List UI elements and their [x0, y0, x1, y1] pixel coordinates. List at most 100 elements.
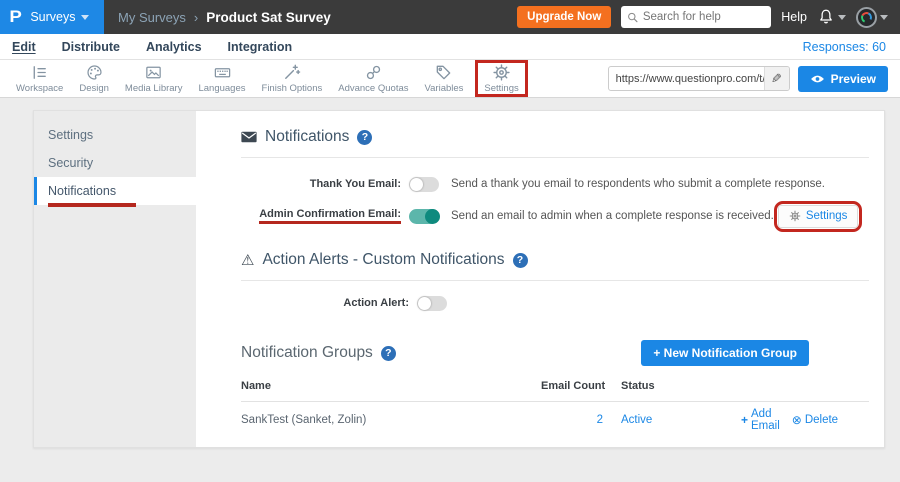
toolbar-item-media-library[interactable]: Media Library: [117, 62, 191, 95]
warning-triangle-icon: ⚠: [241, 253, 254, 268]
chevron-down-icon: [880, 15, 888, 20]
breadcrumb-separator: ›: [194, 10, 198, 25]
toolbar-right-cluster: https://www.questionpro.com/t/ Preview: [608, 66, 888, 92]
help-question-icon[interactable]: [513, 253, 528, 268]
help-link[interactable]: Help: [781, 10, 807, 24]
survey-url-box: https://www.questionpro.com/t/: [608, 66, 790, 91]
questionpro-logo-icon: P: [9, 7, 21, 27]
section-title: Action Alerts - Custom Notifications: [262, 251, 504, 269]
search-icon: [627, 11, 639, 24]
action-alert-toggle[interactable]: [417, 296, 447, 311]
help-search-box[interactable]: [621, 6, 771, 28]
workspace-icon: [30, 63, 49, 82]
delete-label: Delete: [805, 414, 838, 426]
toolbar-item-design[interactable]: Design: [71, 62, 117, 95]
table-row: SankTest (Sanket, Zolin) 2 Active Add Em…: [241, 407, 869, 433]
account-menu[interactable]: [856, 7, 888, 28]
app-logo-block[interactable]: P Surveys: [0, 0, 104, 34]
toolbar-item-workspace[interactable]: Workspace: [8, 62, 71, 95]
toolbar-item-settings[interactable]: Settings: [475, 60, 527, 97]
column-header-email-count: Email Count: [541, 380, 621, 392]
tab-analytics[interactable]: Analytics: [146, 40, 202, 54]
sidebar-item-security[interactable]: Security: [34, 149, 196, 177]
column-header-name: Name: [241, 380, 541, 392]
chevron-down-icon: [838, 15, 846, 20]
toolbar-label: Advance Quotas: [338, 83, 408, 94]
edit-url-pencil-icon[interactable]: [764, 67, 789, 90]
responses-count-link[interactable]: Responses: 60: [803, 40, 886, 54]
toolbar-label: Design: [79, 83, 109, 94]
gauge-icon: [859, 10, 873, 24]
toolbar-item-languages[interactable]: Languages: [190, 62, 253, 95]
annotation-underline-admin-label: Admin Confirmation Email:: [259, 208, 401, 224]
upgrade-now-button[interactable]: Upgrade Now: [517, 6, 611, 28]
settings-gear-icon: [492, 63, 511, 82]
preview-button[interactable]: Preview: [798, 66, 888, 92]
table-header-row: Name Email Count Status: [241, 377, 869, 395]
notification-groups-table: Name Email Count Status SankTest (Sanket…: [241, 377, 869, 433]
notifications-bell-menu[interactable]: [817, 8, 846, 26]
gear-icon: [789, 210, 801, 222]
group-email-count-link[interactable]: 2: [541, 414, 621, 426]
settings-side-nav: Settings Security Notifications: [34, 111, 196, 447]
breadcrumb-my-surveys[interactable]: My Surveys: [118, 10, 186, 25]
settings-card: Settings Security Notifications Notifica…: [33, 110, 885, 448]
email-toggle-rows: Thank You Email: Send a thank you email …: [241, 168, 869, 232]
survey-nav: Edit Distribute Analytics Integration Re…: [0, 34, 900, 60]
preview-button-label: Preview: [831, 72, 876, 86]
surveys-menu-label: Surveys: [30, 10, 75, 24]
toolbar-label: Languages: [198, 83, 245, 94]
admin-confirmation-email-row: Admin Confirmation Email: Send an email …: [241, 200, 869, 232]
top-bar: P Surveys My Surveys › Product Sat Surve…: [0, 0, 900, 34]
languages-icon: [213, 63, 232, 82]
section-title: Notification Groups: [241, 344, 373, 362]
column-header-status: Status: [621, 380, 741, 392]
variables-icon: [434, 63, 453, 82]
admin-confirmation-email-toggle[interactable]: [409, 209, 439, 224]
design-icon: [85, 63, 104, 82]
toolbar-label: Finish Options: [262, 83, 323, 94]
survey-url-text: https://www.questionpro.com/t/: [609, 67, 764, 90]
advance-quotas-icon: [364, 63, 383, 82]
delete-action[interactable]: Delete: [792, 408, 838, 432]
eye-icon: [810, 74, 825, 84]
toolbar-item-advance-quotas[interactable]: Advance Quotas: [330, 62, 416, 95]
divider: [241, 157, 869, 158]
sidebar-item-settings[interactable]: Settings: [34, 121, 196, 149]
toolbar-label: Variables: [425, 83, 464, 94]
search-input[interactable]: [643, 11, 765, 23]
toggle-knob: [425, 209, 440, 224]
toolbar-label: Media Library: [125, 83, 183, 94]
annotation-box-settings-button: Settings: [774, 201, 863, 232]
tab-integration[interactable]: Integration: [228, 40, 293, 54]
sidebar-item-notifications[interactable]: Notifications: [34, 177, 196, 205]
finish-options-icon: [282, 63, 301, 82]
breadcrumb: My Surveys › Product Sat Survey: [118, 10, 331, 25]
tab-edit[interactable]: Edit: [12, 40, 36, 54]
toolbar-label: Workspace: [16, 83, 63, 94]
group-status-link[interactable]: Active: [621, 414, 741, 426]
admin-confirmation-email-description: Send an email to admin when a complete r…: [451, 210, 774, 222]
avatar: [856, 7, 877, 28]
group-actions: Add Email Delete: [741, 408, 890, 432]
help-question-icon[interactable]: [381, 346, 396, 361]
thank-you-email-row: Thank You Email: Send a thank you email …: [241, 168, 869, 200]
new-notification-group-button[interactable]: + New Notification Group: [641, 340, 809, 366]
toggle-knob: [410, 178, 423, 191]
help-question-icon[interactable]: [357, 130, 372, 145]
tab-distribute[interactable]: Distribute: [62, 40, 120, 54]
toolbar-item-finish-options[interactable]: Finish Options: [254, 62, 331, 95]
surveys-menu[interactable]: Surveys: [30, 10, 88, 24]
admin-email-settings-button[interactable]: Settings: [778, 205, 859, 228]
toolbar-item-variables[interactable]: Variables: [417, 62, 472, 95]
divider: [241, 280, 869, 281]
circle-x-icon: [792, 413, 802, 427]
plus-icon: [741, 413, 748, 427]
add-email-action[interactable]: Add Email: [741, 408, 780, 432]
action-alert-row: Action Alert:: [241, 287, 869, 319]
topbar-right-cluster: Upgrade Now Help: [517, 6, 900, 28]
thank-you-email-toggle[interactable]: [409, 177, 439, 192]
thank-you-email-label: Thank You Email:: [241, 178, 401, 190]
notification-groups-header: Notification Groups + New Notification G…: [241, 343, 869, 363]
bell-icon: [817, 8, 835, 26]
